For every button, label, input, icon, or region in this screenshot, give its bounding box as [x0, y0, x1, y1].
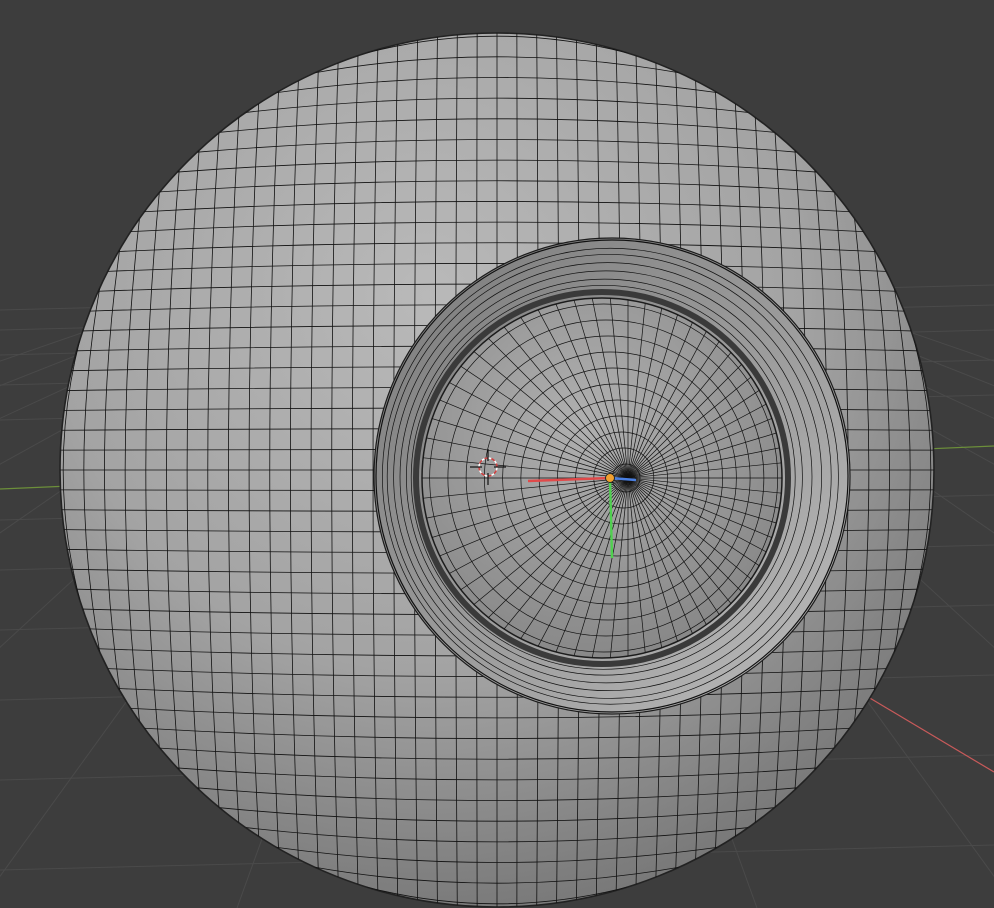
- object-origin-icon[interactable]: [605, 473, 615, 483]
- 3d-viewport[interactable]: [0, 0, 994, 908]
